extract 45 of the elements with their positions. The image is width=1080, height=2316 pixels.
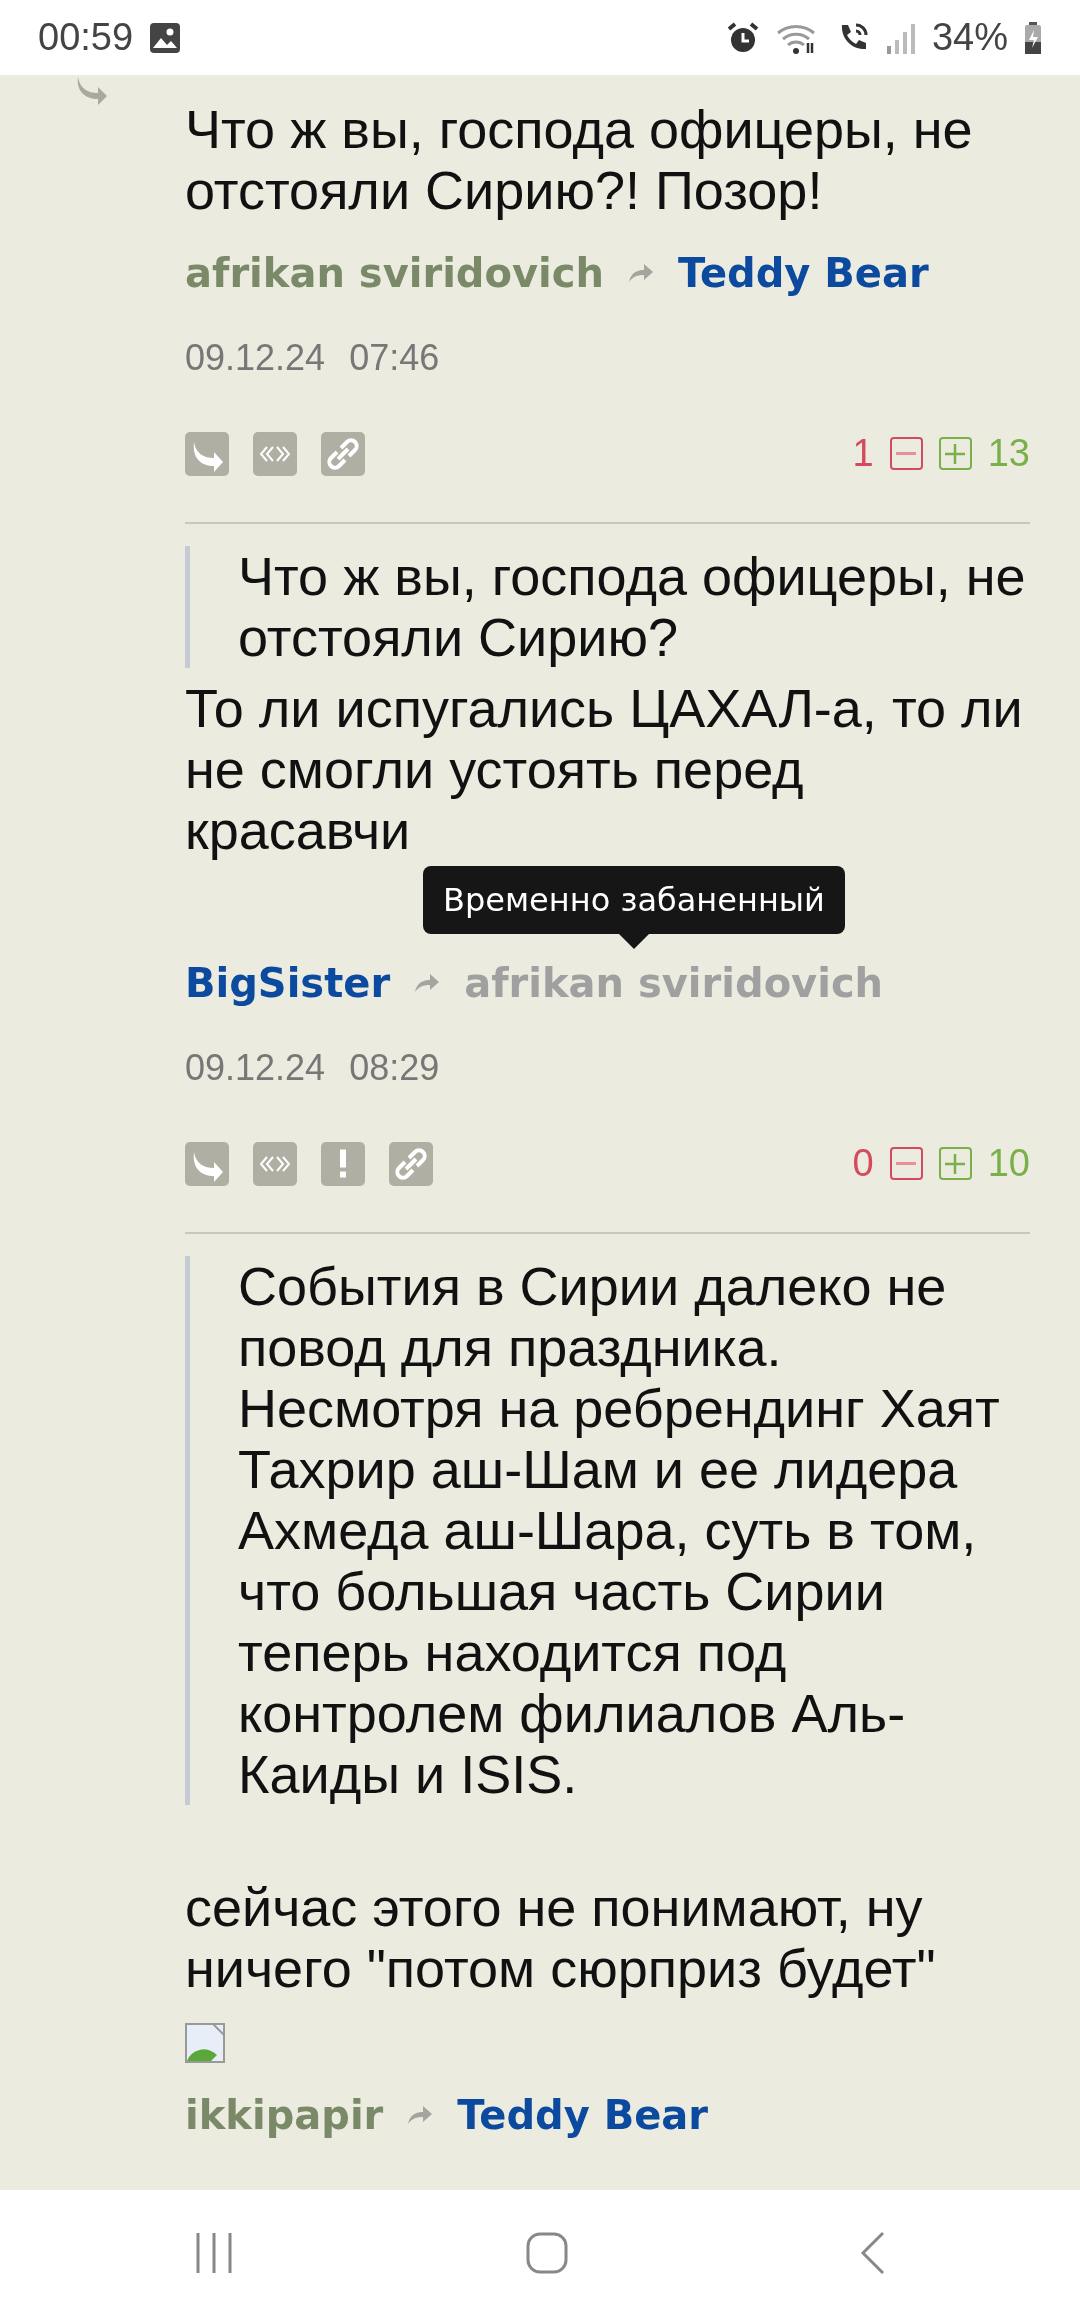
comment-text: сейчас этого не понимают, ну ничего "потом сюрприз будет" — [185, 1876, 937, 1999]
downvote-button[interactable] — [889, 1147, 923, 1180]
minus-count: 1 — [852, 431, 874, 476]
minus-icon — [896, 451, 917, 456]
reply-arrow-button[interactable] — [185, 431, 229, 476]
quote-text: Что ж вы, господа офицеры, не отстояли Сирию? — [238, 546, 1027, 668]
link-button[interactable] — [321, 431, 365, 476]
recent-apps-button[interactable] — [194, 2231, 234, 2275]
quote-text: События в Сирии далеко не повод для праздника. Несмотря на ребрендинг Хаят Тахрир аш-Шам и ее лидера Ахмеда аш-Шара, суть в том, что большая часть Сирии теперь находится под контролем филиалов Аль-Каиды и ISIS. — [238, 1256, 1001, 1805]
comment-text: Что ж вы, господа офицеры, не отстояли Сирию?! Позор! — [185, 99, 974, 221]
exclamation-button[interactable] — [321, 1141, 365, 1186]
alarm-icon — [725, 20, 760, 55]
plus-icon — [945, 443, 966, 464]
comment-date: 09.12.24 — [185, 336, 326, 380]
home-button[interactable] — [526, 2232, 568, 2274]
quote-button[interactable] — [253, 431, 297, 476]
signal-icon — [885, 21, 916, 54]
reply-to-name[interactable]: Teddy Bear — [677, 243, 929, 303]
reply-arrow-icon — [407, 2105, 434, 2125]
back-button[interactable] — [860, 2231, 886, 2275]
reply-arrow-icon — [627, 263, 654, 283]
upvote-button[interactable] — [938, 1147, 972, 1180]
comment-time: 08:29 — [349, 1046, 440, 1090]
link-button[interactable] — [389, 1141, 433, 1186]
minus-icon — [896, 1161, 917, 1166]
clock: 00:59 — [38, 15, 134, 60]
reply-arrow-icon — [414, 973, 441, 993]
tooltip-pointer — [618, 934, 649, 949]
author-name[interactable]: BigSister — [185, 953, 391, 1013]
minus-count: 0 — [852, 1141, 874, 1186]
battery-icon — [1024, 21, 1042, 54]
reply-arrow-button[interactable] — [185, 1141, 229, 1186]
downvote-button[interactable] — [889, 437, 923, 470]
battery-percent: 34% — [931, 15, 1008, 60]
image-icon — [149, 21, 182, 54]
tooltip: Временно забаненный — [423, 866, 845, 949]
plus-count: 10 — [987, 1141, 1030, 1186]
comment-text: То ли испугались ЦАХАЛ-а, то ли не смогли устоять перед красавчи — [185, 678, 1024, 861]
comment-time: 07:46 — [349, 336, 440, 380]
comment-date: 09.12.24 — [185, 1046, 326, 1090]
upvote-button[interactable] — [938, 437, 972, 470]
plus-icon — [945, 1153, 966, 1174]
reply-to-name[interactable]: Teddy Bear — [457, 2085, 709, 2145]
quote-button[interactable] — [253, 1141, 297, 1186]
plus-count: 13 — [987, 431, 1030, 476]
